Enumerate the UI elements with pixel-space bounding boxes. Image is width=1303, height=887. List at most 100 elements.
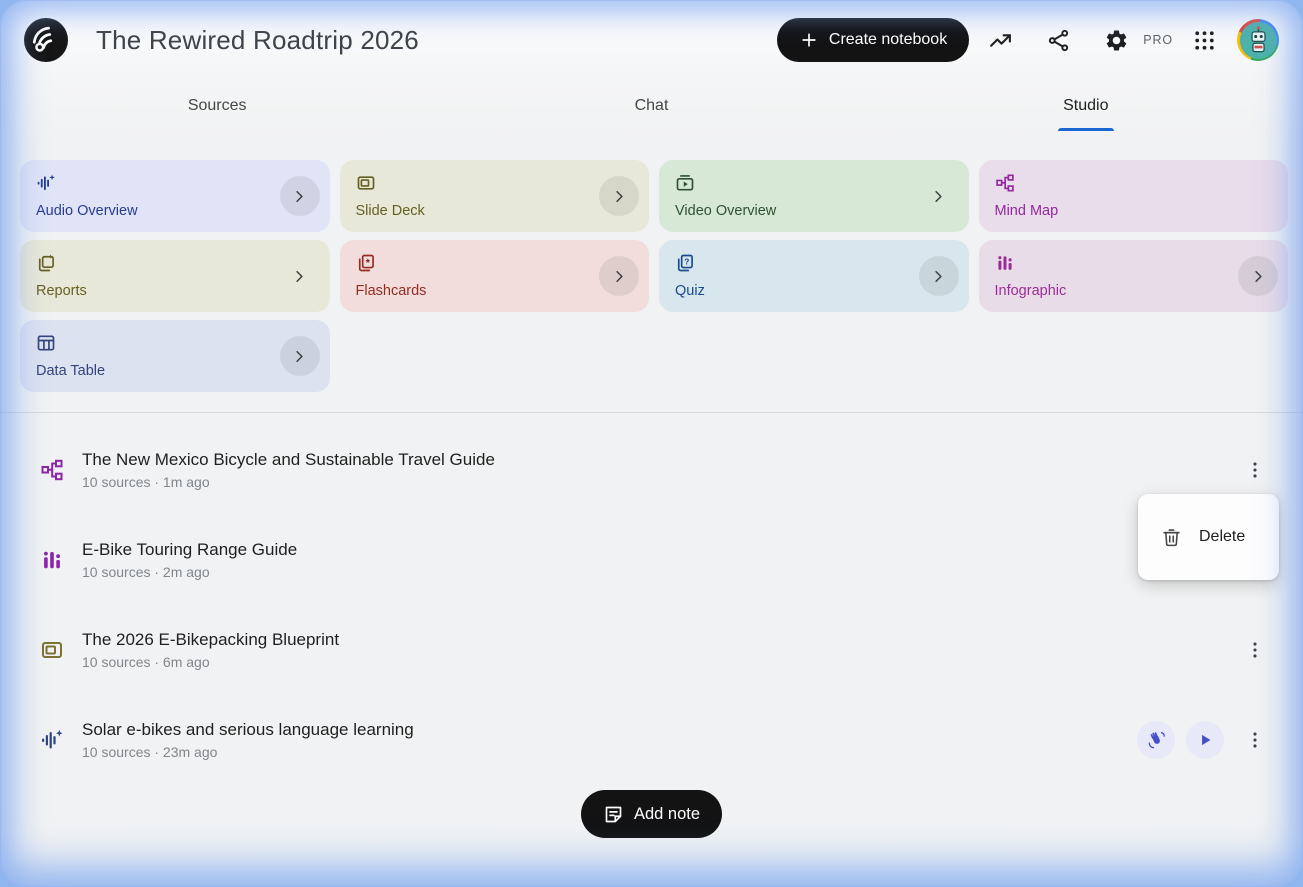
trash-icon [1161,527,1182,548]
card-open-chevron-icon[interactable] [1238,256,1278,296]
card-infographic[interactable]: Infographic [979,240,1289,312]
analytics-button[interactable] [977,17,1023,63]
infographic-icon [40,548,64,572]
three-dots-icon [1244,459,1266,481]
card-label: Slide Deck [356,203,634,219]
item-controls [1235,450,1275,490]
audio-overview-icon [40,728,64,752]
card-label: Audio Overview [36,203,314,219]
gear-icon [1104,28,1129,53]
data-table-icon [36,333,56,353]
slide-deck-icon [356,173,376,193]
card-flashcards[interactable]: Flashcards [340,240,650,312]
waving-hand-icon [1146,730,1166,750]
tab-sources[interactable]: Sources [0,80,434,131]
item-more-menu-button[interactable] [1235,450,1275,490]
main-tabs: Sources Chat Studio [0,80,1303,131]
item-text: The New Mexico Bicycle and Sustainable T… [82,450,495,490]
delete-menu-label: Delete [1199,528,1245,546]
item-title: Solar e-bikes and serious language learn… [82,720,414,740]
tab-studio-label: Studio [1063,97,1108,115]
apps-grid-icon [1192,28,1217,53]
item-meta: 10 sources · 1m ago [82,474,495,490]
item-controls [1137,720,1275,760]
card-quiz[interactable]: ? Quiz [659,240,969,312]
card-reports[interactable]: Reports [20,240,330,312]
item-title: The New Mexico Bicycle and Sustainable T… [82,450,495,470]
card-open-chevron-icon[interactable] [599,176,639,216]
item-title: The 2026 E-Bikepacking Blueprint [82,630,339,650]
item-text: The 2026 E-Bikepacking Blueprint 10 sour… [82,630,339,670]
studio-items-list: The New Mexico Bicycle and Sustainable T… [0,413,1303,785]
card-data-table[interactable]: Data Table [20,320,330,392]
card-label: Infographic [995,283,1273,299]
tab-studio[interactable]: Studio [869,80,1303,131]
card-label: Reports [36,283,314,299]
card-open-chevron-icon[interactable] [919,176,959,216]
plus-icon [799,30,819,50]
add-note-wrap: Add note [0,790,1303,838]
audio-overview-icon [36,173,56,193]
list-item[interactable]: E-Bike Touring Range Guide 10 sources · … [0,515,1303,605]
item-more-menu-button[interactable] [1235,630,1275,670]
flashcards-icon [356,253,376,273]
list-item[interactable]: Solar e-bikes and serious language learn… [0,695,1303,785]
card-label: Flashcards [356,283,634,299]
three-dots-icon [1244,729,1266,751]
delete-menu-item[interactable]: Delete [1138,494,1279,580]
interactive-mode-button[interactable] [1137,721,1175,759]
trending-up-icon [988,28,1013,53]
item-context-menu: Delete [1138,494,1279,580]
notebook-title: The Rewired Roadtrip 2026 [96,25,419,56]
card-label: Mind Map [995,203,1273,219]
play-audio-button[interactable] [1186,721,1224,759]
notebooklm-app: The Rewired Roadtrip 2026 Create noteboo… [0,0,1303,887]
card-label: Video Overview [675,203,953,219]
item-text: Solar e-bikes and serious language learn… [82,720,414,760]
add-note-button[interactable]: Add note [581,790,722,838]
video-overview-icon [675,173,695,193]
card-audio-overview[interactable]: Audio Overview [20,160,330,232]
app-header: The Rewired Roadtrip 2026 Create noteboo… [0,0,1303,80]
card-open-chevron-icon[interactable] [280,336,320,376]
tab-sources-label: Sources [188,97,247,115]
card-open-chevron-icon[interactable] [919,256,959,296]
card-video-overview[interactable]: Video Overview [659,160,969,232]
item-meta: 10 sources · 2m ago [82,564,297,580]
create-notebook-button[interactable]: Create notebook [777,18,969,62]
card-open-chevron-icon[interactable] [599,256,639,296]
item-title: E-Bike Touring Range Guide [82,540,297,560]
notebooklm-logo-icon[interactable] [24,18,68,62]
three-dots-icon [1244,639,1266,661]
note-icon [603,804,624,825]
card-open-chevron-icon[interactable] [280,256,320,296]
share-button[interactable] [1035,17,1081,63]
apps-grid-button[interactable] [1181,17,1227,63]
settings-button[interactable] [1093,17,1139,63]
avatar-robot-image [1240,22,1277,59]
quiz-icon: ? [675,253,695,273]
card-slide-deck[interactable]: Slide Deck [340,160,650,232]
card-label: Quiz [675,283,953,299]
create-notebook-label: Create notebook [829,31,947,49]
header-actions: Create notebook PRO [777,17,1279,63]
account-avatar[interactable] [1237,19,1279,61]
studio-output-cards: Audio Overview Slide Deck Video Overview… [0,131,1303,392]
svg-text:?: ? [684,257,689,267]
card-label: Data Table [36,363,314,379]
mind-map-icon [40,458,64,482]
add-note-label: Add note [634,805,700,824]
infographic-icon [995,253,1015,273]
tab-chat-label: Chat [635,97,669,115]
item-meta: 10 sources · 23m ago [82,744,414,760]
list-item[interactable]: The New Mexico Bicycle and Sustainable T… [0,425,1303,515]
slide-deck-icon [40,638,64,662]
item-controls [1235,630,1275,670]
item-text: E-Bike Touring Range Guide 10 sources · … [82,540,297,580]
list-item[interactable]: The 2026 E-Bikepacking Blueprint 10 sour… [0,605,1303,695]
card-mind-map[interactable]: Mind Map [979,160,1289,232]
item-more-menu-button[interactable] [1235,720,1275,760]
tab-chat[interactable]: Chat [434,80,868,131]
card-open-chevron-icon[interactable] [280,176,320,216]
mind-map-icon [995,173,1015,193]
